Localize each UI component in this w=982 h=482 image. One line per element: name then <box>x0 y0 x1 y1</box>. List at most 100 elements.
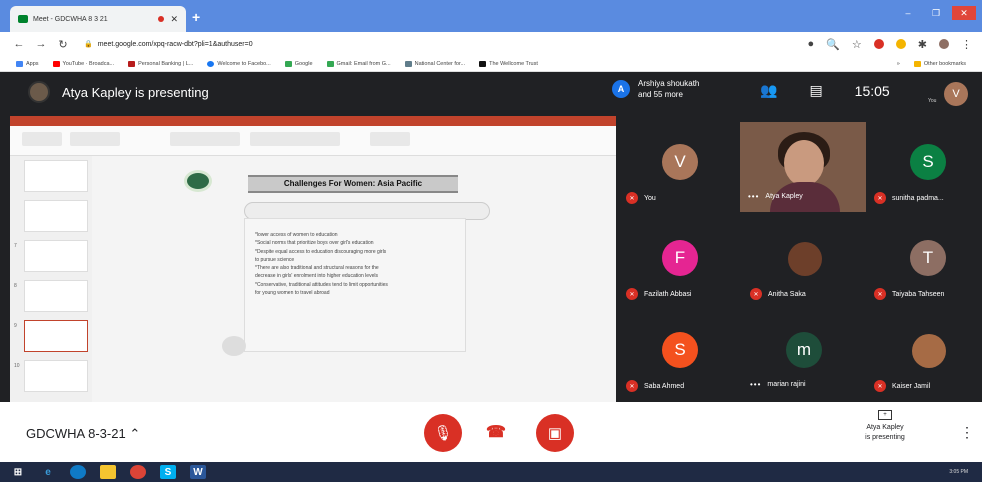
presenting-banner: Atya Kapley is presenting <box>0 72 620 112</box>
camera-off-button[interactable]: ▣ <box>536 414 574 452</box>
file-explorer-icon[interactable] <box>100 465 116 479</box>
people-summary[interactable]: A Arshiya shoukath and 55 more <box>612 78 699 100</box>
bookmark-google[interactable]: Google <box>284 60 313 67</box>
participant-avatar: V <box>662 144 698 180</box>
mic-muted-icon: ✕ <box>626 288 638 300</box>
profile-avatar-icon[interactable] <box>939 39 949 49</box>
participant-avatar: S <box>910 144 946 180</box>
chevron-up-icon[interactable]: ⌃ <box>129 426 140 441</box>
participant-avatar: S <box>662 332 698 368</box>
url-field[interactable]: 🔒 meet.google.com/xpq-racw-dbt?pli=1&auth… <box>84 40 808 48</box>
participant-caption: ••• marian rajini <box>750 380 806 389</box>
mic-muted-icon: ✕ <box>874 288 886 300</box>
recording-dot-icon <box>158 16 165 22</box>
bookmark-wellcome[interactable]: The Wellcome Trust <box>479 60 538 67</box>
participant-tile-anitha[interactable]: ✕ Anitha Saka <box>744 220 864 310</box>
people-summary-text: Arshiya shoukath and 55 more <box>638 79 700 99</box>
slide-thumbnail[interactable]: 10 <box>14 360 88 392</box>
extension-red-icon[interactable] <box>873 39 884 49</box>
speaking-indicator-icon: ••• <box>750 380 762 389</box>
browser-menu-icon[interactable]: ⋮ <box>961 38 972 51</box>
meet-call-area: Atya Kapley is presenting A Arshiya shou… <box>0 72 982 402</box>
self-label: You <box>928 98 937 104</box>
other-bookmarks[interactable]: Other bookmarks <box>913 60 966 67</box>
bookmark-facebook[interactable]: Welcome to Facebo... <box>207 60 271 67</box>
slide-thumbnail[interactable] <box>24 200 88 232</box>
bullet-line: decrease in girls' enrolment into higher… <box>255 273 378 280</box>
windows-start-icon[interactable]: ⊞ <box>10 465 26 479</box>
participant-caption: ••• Atya Kapley <box>748 192 803 201</box>
bookmark-banking[interactable]: Personal Banking | L... <box>128 60 193 67</box>
participant-tile-saba[interactable]: S ✕ Saba Ahmed <box>620 312 740 402</box>
word-icon[interactable]: W <box>190 465 206 479</box>
back-arrow-icon[interactable]: ← <box>10 38 28 50</box>
close-window-button[interactable]: ✕ <box>952 6 976 20</box>
youtube-icon <box>52 60 60 67</box>
slide-thumbnail-selected[interactable]: 9 <box>14 320 88 352</box>
end-call-button[interactable]: ☎ <box>486 422 506 442</box>
edge-icon[interactable] <box>70 465 86 479</box>
participant-tile-marian[interactable]: m ••• marian rajini <box>744 312 864 402</box>
meeting-code[interactable]: GDCWHA 8-3-21 ⌃ <box>26 426 140 442</box>
meeting-controls-bar: GDCWHA 8-3-21 ⌃ 🎙 ☎ ▣ + Atya Kapley is p… <box>0 402 982 462</box>
bookmark-star-icon[interactable]: ☆ <box>852 38 862 51</box>
bookmarks-bar: Apps YouTube · Broadca... Personal Banki… <box>0 56 982 72</box>
presenter-avatar <box>28 81 50 103</box>
participant-tile-you[interactable]: V ✕ You <box>620 124 740 214</box>
extension-yellow-icon[interactable] <box>895 39 906 49</box>
participant-tile-fazilath[interactable]: F ✕ Fazilath Abbasi <box>620 220 740 310</box>
participant-video-atya-kapley[interactable]: ••• Atya Kapley <box>740 122 866 212</box>
new-tab-button[interactable]: + <box>192 9 200 25</box>
mic-muted-icon: ✕ <box>626 380 638 392</box>
participant-tile-sunitha[interactable]: S ✕ sunitha padma... <box>868 124 982 214</box>
bookmark-gmail[interactable]: Gmail: Email from G... <box>326 60 391 67</box>
reload-icon[interactable]: ↻ <box>54 38 72 51</box>
participant-tile-taiyaba[interactable]: T ✕ Taiyaba Tahseen <box>868 220 982 310</box>
slide-thumbnails: 7 8 9 10 <box>10 156 92 402</box>
minimize-button[interactable]: – <box>896 6 920 20</box>
participant-tile-kaiser[interactable]: ✕ Kaiser Jamil <box>868 312 982 402</box>
url-text: meet.google.com/xpq-racw-dbt?pli=1&authu… <box>97 41 253 48</box>
tab-title: Meet - GDCWHA 8 3 21 <box>33 15 108 23</box>
mic-off-button[interactable]: 🎙 <box>424 414 462 452</box>
skype-icon[interactable]: S <box>160 465 176 479</box>
apps-grid-icon <box>16 60 23 67</box>
bookmarks-overflow-icon[interactable]: » <box>897 61 900 67</box>
scroll-graphic-bottom <box>222 336 246 356</box>
forward-arrow-icon[interactable]: → <box>32 38 50 50</box>
slide-thumbnail[interactable] <box>24 160 88 192</box>
bookmark-ncbi[interactable]: National Center for... <box>404 60 465 67</box>
people-icon[interactable]: 👥 <box>760 82 777 99</box>
present-screen-icon: + <box>878 410 892 420</box>
google-g-icon <box>326 60 334 67</box>
mic-off-icon: 🎙 <box>433 425 453 442</box>
self-avatar[interactable]: V <box>944 82 968 106</box>
extensions-puzzle-icon[interactable]: ✱ <box>918 38 927 51</box>
slide-thumbnail[interactable]: 8 <box>14 280 88 312</box>
powerpoint-ribbon <box>10 126 616 156</box>
chrome-icon[interactable] <box>130 465 146 479</box>
more-options-icon[interactable]: ⋮ <box>960 424 974 441</box>
bullet-line: *There are also traditional and structur… <box>255 265 379 272</box>
bullet-line: *Social norms that prioritize boys over … <box>255 240 374 247</box>
participant-caption: ✕ You <box>626 192 656 204</box>
folder-icon <box>913 60 921 67</box>
video-feed <box>784 140 824 186</box>
maximize-button[interactable]: ❐ <box>924 6 948 20</box>
bookmark-youtube[interactable]: YouTube · Broadca... <box>52 60 114 67</box>
bullet-line: to pursue science <box>255 256 295 263</box>
presenting-button[interactable]: + Atya Kapley is presenting <box>846 410 924 443</box>
chat-icon[interactable]: ▤ <box>809 82 822 99</box>
bookmark-apps[interactable]: Apps <box>16 60 39 67</box>
slide-bullet-list: *lower access of women to education *Soc… <box>244 218 466 352</box>
camera-in-use-icon[interactable]: ● <box>808 38 815 50</box>
mic-muted-icon: ✕ <box>874 192 886 204</box>
slide-thumbnail[interactable]: 7 <box>14 240 88 272</box>
browser-tab-meet[interactable]: Meet - GDCWHA 8 3 21 ✕ <box>10 6 186 32</box>
zoom-icon[interactable]: 🔍 <box>826 38 840 51</box>
internet-explorer-icon[interactable]: e <box>40 465 56 479</box>
participant-avatar: A <box>612 80 630 98</box>
meet-favicon-icon <box>18 15 28 23</box>
close-tab-icon[interactable]: ✕ <box>170 14 178 25</box>
college-logo <box>184 170 212 192</box>
